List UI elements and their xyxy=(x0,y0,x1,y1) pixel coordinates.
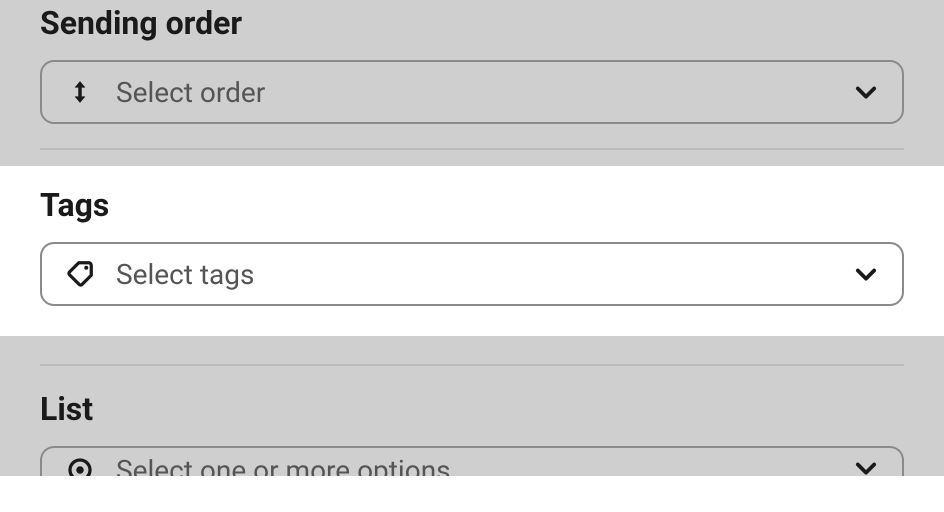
list-label: List xyxy=(40,390,904,428)
tag-icon xyxy=(64,258,96,290)
sending-order-section: Sending order Select order xyxy=(0,0,944,148)
sending-order-label: Sending order xyxy=(40,4,904,42)
tags-label: Tags xyxy=(40,186,904,224)
chevron-down-icon xyxy=(852,78,880,106)
chevron-down-icon xyxy=(852,454,880,476)
tags-select[interactable]: Select tags xyxy=(40,242,904,306)
sort-vertical-icon xyxy=(64,76,96,108)
list-placeholder: Select one or more options xyxy=(116,454,852,476)
divider-wrap-1 xyxy=(0,148,944,166)
list-section: List Select one or more options xyxy=(0,366,944,476)
divider-wrap-2 xyxy=(0,336,944,366)
tags-placeholder: Select tags xyxy=(116,258,852,291)
target-icon xyxy=(64,454,96,476)
sending-order-select[interactable]: Select order xyxy=(40,60,904,124)
sending-order-placeholder: Select order xyxy=(116,76,852,109)
chevron-down-icon xyxy=(852,260,880,288)
list-select[interactable]: Select one or more options xyxy=(40,446,904,476)
tags-section: Tags Select tags xyxy=(0,166,944,336)
section-divider xyxy=(40,148,904,150)
